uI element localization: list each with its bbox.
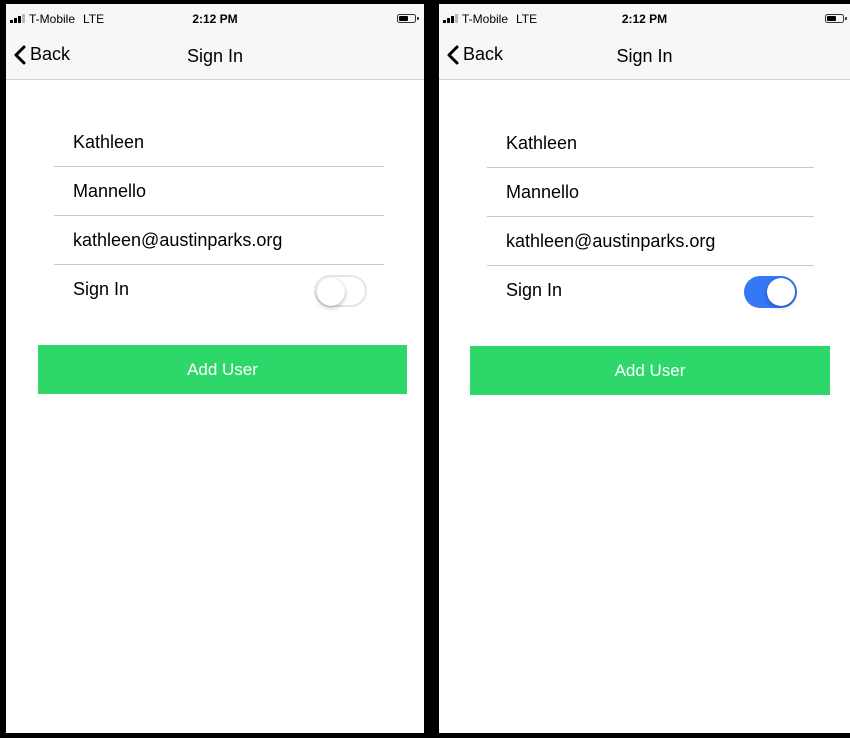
first-name-field[interactable]: Kathleen	[487, 119, 814, 168]
sign-in-toggle[interactable]	[744, 276, 797, 308]
email-value: kathleen@austinparks.org	[506, 231, 716, 251]
page-title: Sign In	[186, 46, 244, 66]
sign-in-toggle[interactable]	[314, 275, 367, 307]
email-field[interactable]: kathleen@austinparks.org	[54, 216, 384, 265]
phone-screen-left: T-Mobile LTE 2:12 PM Back Sign In Kathlee…	[6, 4, 424, 733]
status-bar: T-Mobile LTE 2:12 PM	[6, 4, 424, 32]
sign-in-toggle-label: Sign In	[73, 279, 130, 299]
email-field[interactable]: kathleen@austinparks.org	[487, 217, 814, 266]
navigation-bar: Back Sign In	[439, 32, 850, 80]
user-form: Kathleen Mannello kathleen@austinparks.o…	[487, 119, 814, 314]
status-time: 2:12 PM	[192, 12, 238, 26]
last-name-field[interactable]: Mannello	[487, 168, 814, 217]
email-value: kathleen@austinparks.org	[73, 230, 283, 250]
last-name-value: Mannello	[506, 182, 580, 202]
add-user-button[interactable]: Add User	[470, 346, 830, 395]
last-name-field[interactable]: Mannello	[54, 167, 384, 216]
phone-screen-right: T-Mobile LTE 2:12 PM Back Sign In Kathlee…	[439, 4, 850, 733]
toggle-knob	[767, 278, 795, 306]
status-time: 2:12 PM	[621, 12, 668, 26]
sign-in-toggle-row: Sign In	[54, 265, 384, 313]
status-bar: T-Mobile LTE 2:12 PM	[439, 4, 850, 32]
user-form: Kathleen Mannello kathleen@austinparks.o…	[54, 118, 384, 313]
page-title: Sign In	[616, 46, 673, 66]
add-user-button[interactable]: Add User	[38, 345, 407, 394]
navigation-bar: Back Sign In	[6, 32, 424, 80]
sign-in-toggle-row: Sign In	[487, 266, 814, 314]
toggle-knob	[317, 278, 345, 306]
last-name-value: Mannello	[73, 181, 147, 201]
battery-icon	[825, 14, 847, 23]
first-name-value: Kathleen	[506, 133, 578, 153]
battery-icon	[397, 14, 419, 23]
first-name-field[interactable]: Kathleen	[54, 118, 384, 167]
sign-in-toggle-label: Sign In	[506, 280, 563, 300]
first-name-value: Kathleen	[73, 132, 145, 152]
